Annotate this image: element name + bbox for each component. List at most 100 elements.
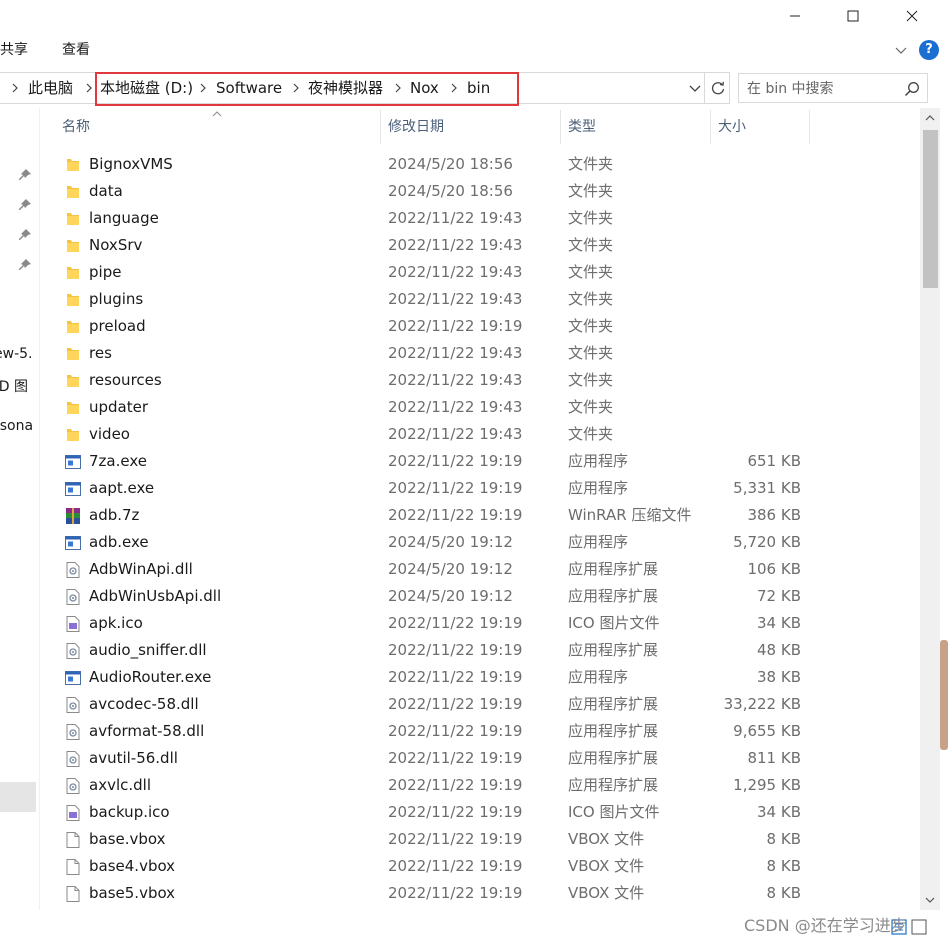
chevron-right-icon[interactable] [84, 82, 94, 94]
file-name: apk.ico [89, 614, 143, 632]
file-row[interactable]: audio_sniffer.dll 2022/11/22 19:19 应用程序扩展 4… [40, 637, 920, 664]
file-list[interactable]: BignoxVMS 2024/5/20 18:56 文件夹 data 2024/5/20… [40, 151, 920, 911]
file-name: resources [89, 371, 162, 389]
file-row[interactable]: axvlc.dll 2022/11/22 19:19 应用程序扩展 1,295 KB [40, 772, 920, 799]
column-divider[interactable] [710, 110, 711, 144]
file-row[interactable]: base.vbox 2022/11/22 19:19 VBOX 文件 8 KB [40, 826, 920, 853]
file-row[interactable]: AdbWinUsbApi.dll 2024/5/20 19:12 应用程序扩展 72 … [40, 583, 920, 610]
file-name: updater [89, 398, 149, 416]
minimize-button[interactable] [772, 0, 818, 32]
scrollbar-thumb[interactable] [923, 130, 938, 288]
tab-view[interactable]: 查看 [62, 40, 90, 60]
search-input[interactable] [747, 78, 897, 100]
maximize-button[interactable] [830, 0, 876, 32]
pin-icon[interactable] [18, 168, 32, 182]
navigation-pane[interactable]: ew-5. /D 图 rsona [0, 108, 40, 918]
file-name: AdbWinApi.dll [89, 560, 193, 578]
file-row[interactable]: aapt.exe 2022/11/22 19:19 应用程序 5,331 KB [40, 475, 920, 502]
file-row[interactable]: backup.ico 2022/11/22 19:19 ICO 图片文件 34 KB [40, 799, 920, 826]
file-name: video [89, 425, 130, 443]
pin-icon[interactable] [18, 258, 32, 272]
column-header-size[interactable]: 大小 [718, 110, 746, 144]
file-type: 文件夹 [568, 236, 614, 254]
file-row[interactable]: language 2022/11/22 19:43 文件夹 [40, 205, 920, 232]
search-box[interactable] [738, 73, 928, 103]
file-type: WinRAR 压缩文件 [568, 506, 692, 524]
pin-icon[interactable] [18, 198, 32, 212]
file-row[interactable]: preload 2022/11/22 19:19 文件夹 [40, 313, 920, 340]
watermark: CSDN @还在学习进步 [744, 916, 907, 935]
nav-item[interactable]: ew-5. [0, 346, 39, 362]
file-row[interactable]: base5.vbox 2022/11/22 19:19 VBOX 文件 8 KB [40, 880, 920, 907]
search-icon[interactable] [903, 80, 921, 98]
scroll-up-icon[interactable] [925, 114, 935, 122]
chevron-right-icon[interactable] [10, 82, 20, 94]
file-row[interactable]: res 2022/11/22 19:43 文件夹 [40, 340, 920, 367]
file-type: 应用程序扩展 [568, 560, 659, 578]
close-button[interactable] [889, 0, 935, 32]
file-row[interactable]: avutil-56.dll 2022/11/22 19:19 应用程序扩展 811 K… [40, 745, 920, 772]
file-name: preload [89, 317, 146, 335]
file-row[interactable]: avcodec-58.dll 2022/11/22 19:19 应用程序扩展 33,2… [40, 691, 920, 718]
refresh-button[interactable] [704, 72, 730, 104]
file-name: BignoxVMS [89, 155, 173, 173]
column-header-name[interactable]: 名称 [62, 110, 90, 144]
column-header-type[interactable]: 类型 [568, 110, 596, 144]
nav-item-selected[interactable] [0, 782, 36, 812]
file-type: ICO 图片文件 [568, 803, 660, 821]
file-row[interactable]: 7za.exe 2022/11/22 19:19 应用程序 651 KB [40, 448, 920, 475]
help-button[interactable]: ? [919, 40, 939, 60]
column-divider[interactable] [560, 110, 561, 144]
file-type: 文件夹 [568, 263, 614, 281]
file-name: base4.vbox [89, 857, 176, 875]
file-row[interactable]: resources 2022/11/22 19:43 文件夹 [40, 367, 920, 394]
column-divider[interactable] [380, 110, 381, 144]
file-row[interactable]: adb.7z 2022/11/22 19:19 WinRAR 压缩文件 386 KB [40, 502, 920, 529]
file-modified-date: 2022/11/22 19:43 [388, 290, 523, 308]
file-row[interactable]: updater 2022/11/22 19:43 文件夹 [40, 394, 920, 421]
file-type: VBOX 文件 [568, 884, 645, 902]
file-row[interactable]: base4.vbox 2022/11/22 19:19 VBOX 文件 8 KB [40, 853, 920, 880]
file-size: 5,720 KB [733, 533, 801, 551]
file-size: 8 KB [766, 830, 801, 848]
breadcrumb-this-pc[interactable]: 此电脑 [28, 73, 73, 103]
file-type: 文件夹 [568, 182, 614, 200]
file-name: pipe [89, 263, 122, 281]
file-row[interactable]: pipe 2022/11/22 19:43 文件夹 [40, 259, 920, 286]
column-divider[interactable] [809, 110, 810, 144]
file-modified-date: 2022/11/22 19:19 [388, 830, 523, 848]
file-row[interactable]: video 2022/11/22 19:43 文件夹 [40, 421, 920, 448]
nav-item[interactable]: /D 图 [0, 376, 39, 396]
file-modified-date: 2022/11/22 19:19 [388, 803, 523, 821]
nav-item[interactable]: rsona [0, 418, 39, 434]
file-size: 38 KB [757, 668, 801, 686]
file-size: 8 KB [766, 884, 801, 902]
dll-icon [64, 561, 82, 579]
file-row[interactable]: NoxSrv 2022/11/22 19:43 文件夹 [40, 232, 920, 259]
file-row[interactable]: apk.ico 2022/11/22 19:19 ICO 图片文件 34 KB [40, 610, 920, 637]
file-type: ICO 图片文件 [568, 614, 660, 632]
file-name: base5.vbox [89, 884, 176, 902]
file-modified-date: 2024/5/20 19:12 [388, 560, 513, 578]
file-modified-date: 2022/11/22 19:19 [388, 479, 523, 497]
file-modified-date: 2022/11/22 19:19 [388, 884, 523, 902]
file-type: 文件夹 [568, 155, 614, 173]
file-modified-date: 2024/5/20 18:56 [388, 155, 513, 173]
file-row[interactable]: BignoxVMS 2024/5/20 18:56 文件夹 [40, 151, 920, 178]
file-row[interactable]: avformat-58.dll 2022/11/22 19:19 应用程序扩展 9,6… [40, 718, 920, 745]
pin-icon[interactable] [18, 228, 32, 242]
tab-share[interactable]: 共享 [0, 40, 28, 60]
file-row[interactable]: AdbWinApi.dll 2024/5/20 19:12 应用程序扩展 106 KB [40, 556, 920, 583]
file-row[interactable]: adb.exe 2024/5/20 19:12 应用程序 5,720 KB [40, 529, 920, 556]
scroll-down-icon[interactable] [925, 896, 935, 904]
file-size: 72 KB [757, 587, 801, 605]
file-modified-date: 2022/11/22 19:19 [388, 776, 523, 794]
file-row[interactable]: data 2024/5/20 18:56 文件夹 [40, 178, 920, 205]
file-modified-date: 2022/11/22 19:43 [388, 425, 523, 443]
column-header-date[interactable]: 修改日期 [388, 110, 444, 144]
vertical-scrollbar[interactable] [920, 108, 940, 910]
file-row[interactable]: plugins 2022/11/22 19:43 文件夹 [40, 286, 920, 313]
chevron-down-icon[interactable] [688, 82, 702, 96]
chevron-down-icon[interactable] [892, 41, 910, 59]
file-row[interactable]: AudioRouter.exe 2022/11/22 19:19 应用程序 38 KB [40, 664, 920, 691]
